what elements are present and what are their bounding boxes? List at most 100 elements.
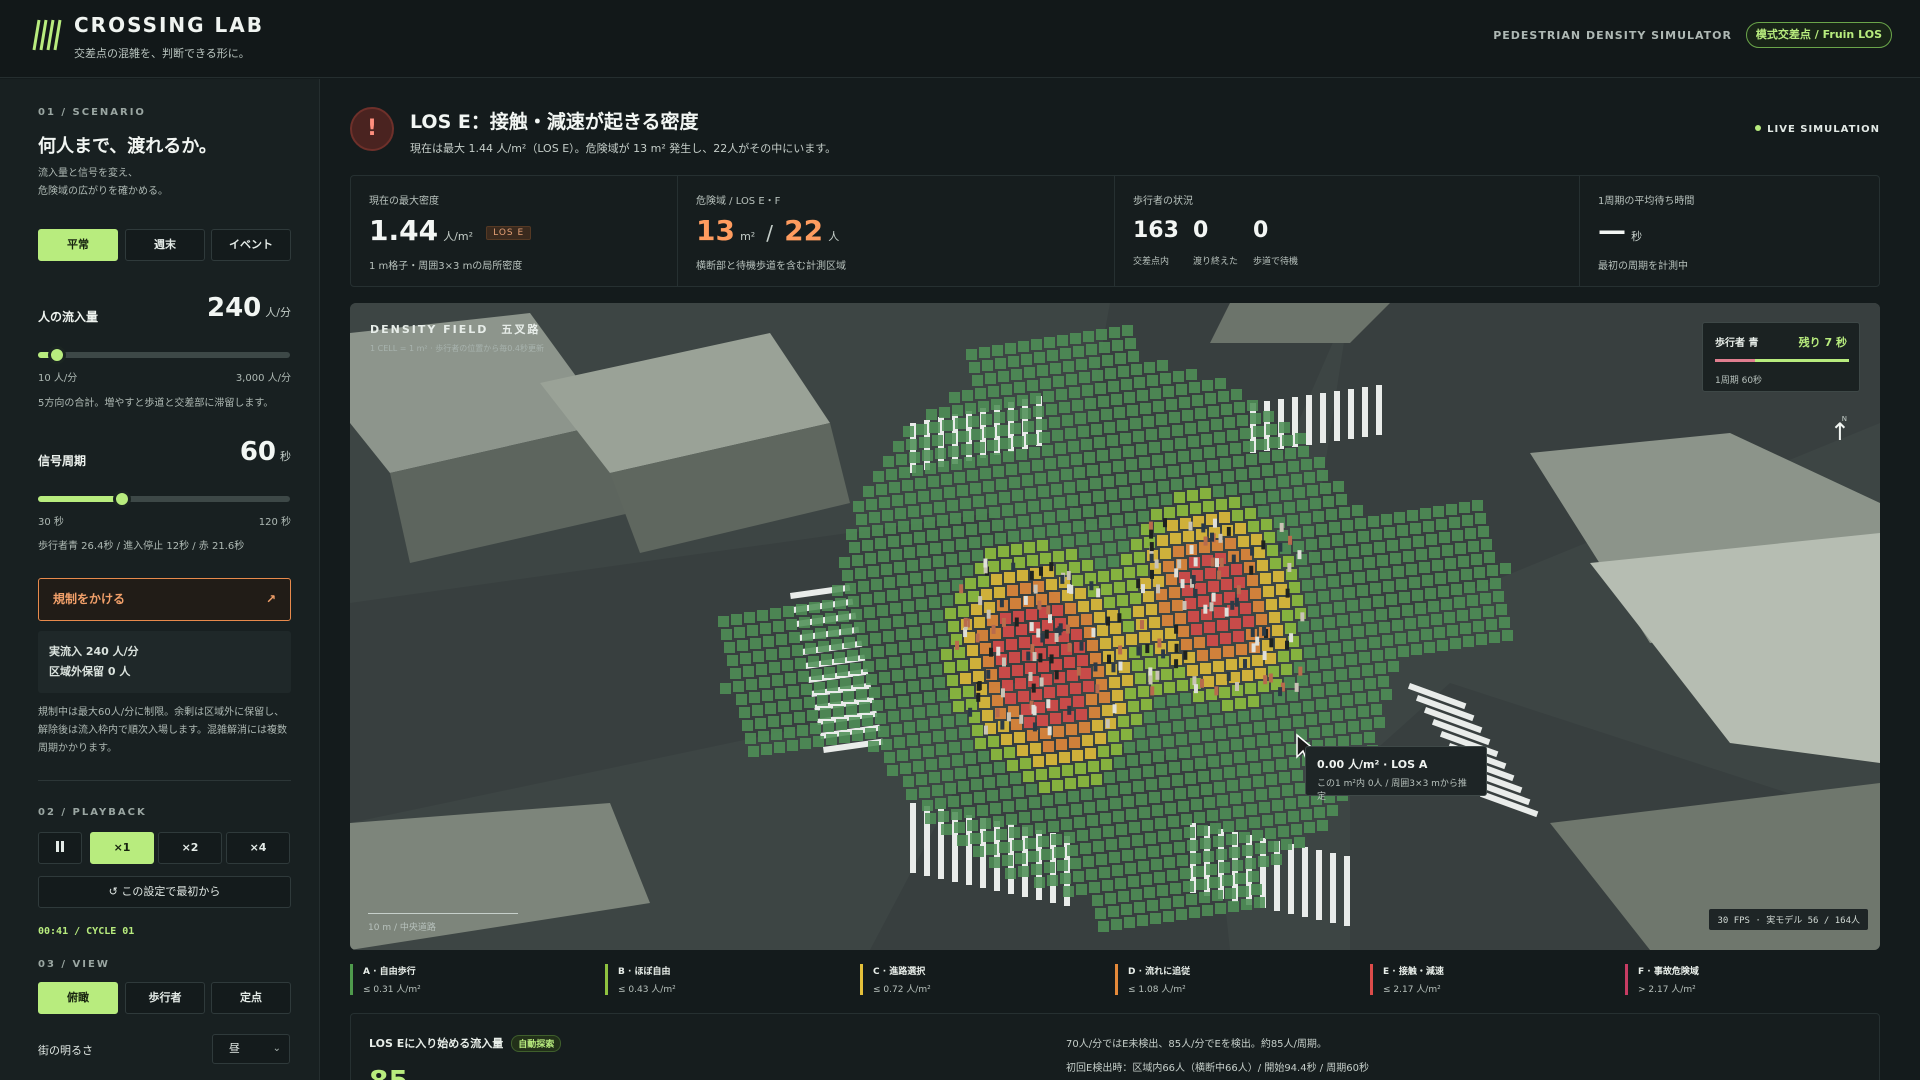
density-cell [1101,409,1112,420]
preset-normal-button[interactable]: 平常 [38,229,118,261]
restart-button[interactable]: ↺ この設定で最初から [38,876,291,908]
preset-event-button[interactable]: イベント [211,229,291,261]
actual-inflow: 実流入 240 人/分 [49,645,139,658]
density-cell [731,614,742,625]
density-cell [892,670,903,681]
density-cell [1244,737,1255,748]
legend-item: F · 事故危険域 > 2.17 人/m² [1625,964,1699,995]
density-cell [1076,534,1087,545]
density-cell [1019,637,1030,648]
brightness-select[interactable]: 昼 ⌄ [212,1034,290,1064]
pedestrian [1289,633,1294,643]
view-overview-button[interactable]: 俯瞰 [38,982,118,1014]
density-cell [815,628,826,639]
density-cell [1339,682,1350,693]
density-cell [1272,450,1283,461]
density-cell [1210,473,1221,484]
flow-slider[interactable] [38,346,290,364]
density-cell [747,625,758,636]
density-cell [898,521,909,532]
density-cell [1183,531,1194,542]
density-cell [1361,719,1372,730]
density-cell [990,453,1001,464]
density-cell [962,565,973,576]
pedestrian [1019,714,1024,724]
density-cell [1243,441,1254,452]
density-cell [1030,743,1041,754]
restrict-button[interactable]: 規制をかける ↗ [38,578,291,621]
density-cell [1282,435,1293,446]
density-cell [1109,327,1120,338]
density-cell [899,467,910,478]
density-cell [1381,514,1392,525]
density-cell [769,662,780,673]
density-cell [937,690,948,701]
density-cell [873,471,884,482]
density-cell [959,552,970,563]
density-cell [1130,418,1141,429]
density-cell [1313,686,1324,697]
density-cell [919,787,930,798]
density-cell [1070,333,1081,344]
density-cell [1167,870,1178,881]
pedestrian [968,707,973,717]
density-cell [839,732,850,743]
density-cell [1060,348,1071,359]
pedestrian [1117,613,1122,623]
density-cell [975,388,986,399]
density-cell [979,697,990,708]
density-cell [1057,685,1068,696]
density-cell [1309,552,1320,563]
density-cell [773,621,784,632]
density-cell [1364,732,1375,743]
external-arrow-icon: ↗ [265,592,276,606]
pedestrian [1001,617,1006,627]
density-cell [843,691,854,702]
density-cell [1429,547,1440,558]
speed-2x-button[interactable]: ×2 [158,832,222,864]
intersection-scene[interactable] [350,303,1880,950]
mode-badge[interactable]: 模式交差点 / Fruin LOS [1745,22,1892,48]
density-cell [1077,655,1088,666]
density-cell [817,695,828,706]
view-pedestrian-button[interactable]: 歩行者 [125,982,205,1014]
density-cell [1285,798,1296,809]
density-cell [1031,864,1042,875]
density-cell [1135,498,1146,509]
density-cell [862,540,873,551]
density-cell [966,524,977,535]
flow-slider-handle[interactable] [48,346,67,364]
density-cell [1465,528,1476,539]
signal-slider-handle[interactable] [112,490,131,508]
speed-1x-button[interactable]: ×1 [90,832,154,864]
density-cell [1123,796,1134,807]
density-cell [1372,650,1383,661]
speed-4x-button[interactable]: ×4 [226,832,290,864]
density-cell [1294,487,1305,498]
density-cell [1140,753,1151,764]
density-cell [931,489,942,500]
density-cell [1215,903,1226,914]
density-cell [1100,638,1111,649]
density-cell [1113,636,1124,647]
density-cell [1227,780,1238,791]
density-cell [1185,598,1196,609]
signal-cycle-slider[interactable] [38,490,290,508]
density-cell [867,620,878,631]
simulation-view[interactable]: DENSITY FIELD 五叉路 1 CELL = 1 m² · 歩行者の位置… [350,303,1880,950]
density-cell [771,729,782,740]
density-cell [1023,421,1034,432]
density-cell [981,414,992,425]
density-cell [1288,811,1299,822]
pause-button[interactable] [38,832,82,864]
density-cell [1387,540,1398,551]
density-cell [883,631,894,642]
density-cell [984,777,995,788]
preset-weekend-button[interactable]: 週末 [125,229,205,261]
density-cell [1055,793,1066,804]
view-fixed-button[interactable]: 定点 [211,982,291,1014]
density-cell [1105,368,1116,379]
density-cell [1200,488,1211,499]
density-cell [1271,854,1282,865]
density-cell [982,535,993,546]
